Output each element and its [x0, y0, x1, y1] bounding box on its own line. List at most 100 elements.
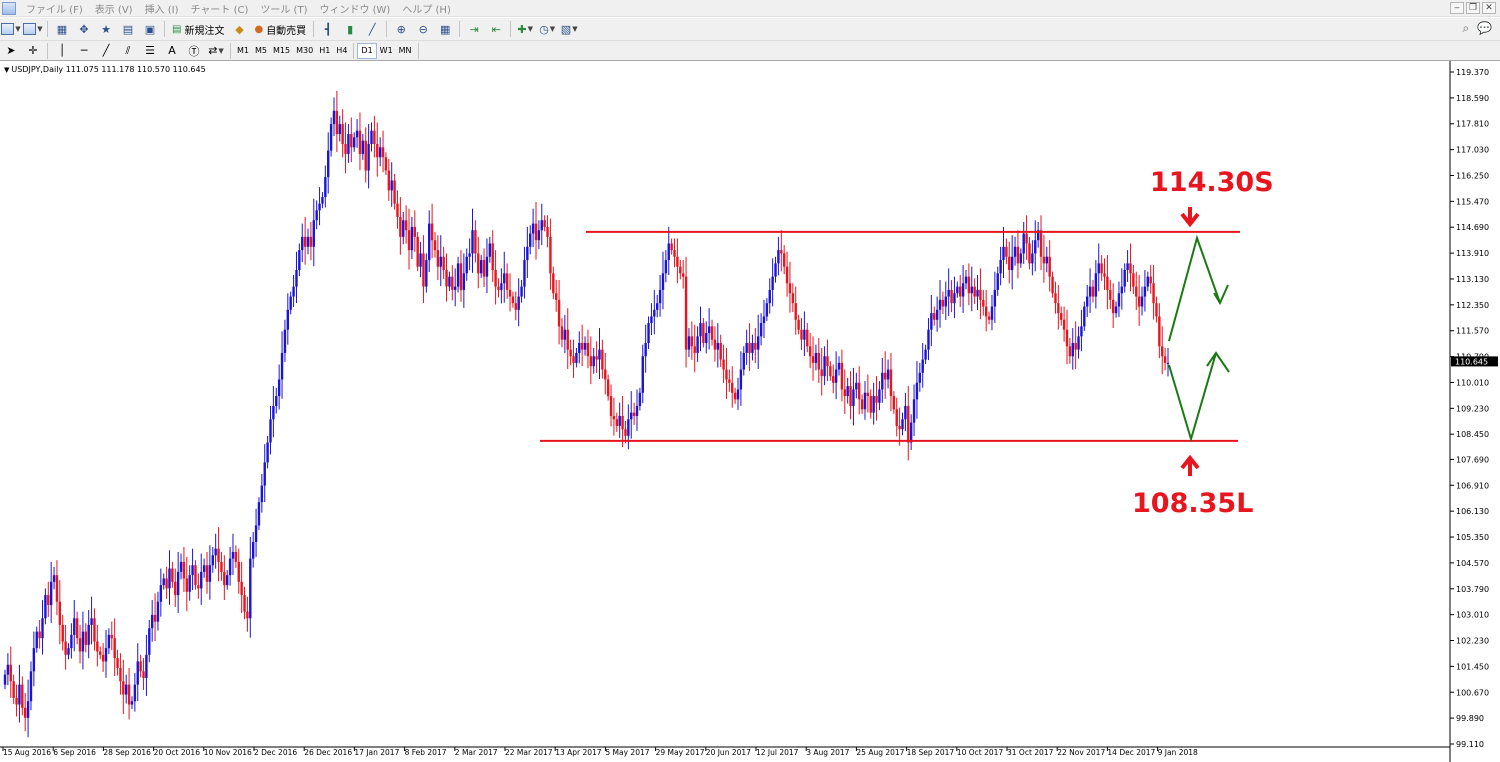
new-order-button[interactable]: ▤ 新規注文 [169, 20, 227, 38]
vertical-line-button[interactable]: │ [52, 42, 72, 60]
candle [580, 324, 584, 367]
minimize-icon[interactable]: ‒ [1450, 2, 1464, 14]
terminal-button[interactable]: ▤ [118, 20, 138, 38]
timeframe-d1[interactable]: D1 [357, 42, 377, 59]
profiles-button[interactable]: ▼ [23, 20, 43, 38]
timeframe-m15[interactable]: M15 [270, 43, 293, 59]
candle [67, 643, 70, 660]
crosshair-button[interactable]: ✛ [23, 42, 43, 60]
y-tick-label: 113.910 [1456, 249, 1489, 258]
tile-windows-button[interactable]: ▦ [435, 20, 455, 38]
timeframe-w1[interactable]: W1 [377, 43, 396, 59]
market-watch-button[interactable]: ▦ [52, 20, 72, 38]
fibonacci-button[interactable]: ☰ [140, 42, 160, 60]
chat-icon[interactable]: 💬 [1477, 21, 1492, 36]
timeframe-mn[interactable]: MN [396, 43, 415, 59]
channel-button[interactable]: ⫽ [118, 42, 138, 60]
candle [1152, 265, 1155, 320]
auto-trading-button[interactable]: ● 自動売買 [251, 20, 309, 38]
trendline-button[interactable]: ╱ [96, 42, 116, 60]
data-window-button[interactable]: ✥ [74, 20, 94, 38]
chart-window[interactable]: 119.370 118.590 117.810 117.030 116.250 115.4… [0, 61, 1500, 762]
timeframe-m30[interactable]: M30 [293, 43, 316, 59]
periods-button[interactable]: ◷ ▼ [537, 20, 557, 38]
menu-view[interactable]: 表示 (V) [89, 1, 139, 16]
candle [719, 334, 722, 368]
candle [404, 205, 408, 244]
candle [748, 323, 751, 371]
arrows-icon: ⇄ [208, 44, 218, 57]
candle [226, 570, 229, 590]
price-chart[interactable]: 119.370 118.590 117.810 117.030 116.250 115.4… [0, 61, 1500, 762]
arrows-button[interactable]: ⇄ ▼ [206, 42, 226, 60]
candle [1149, 265, 1152, 294]
auto-scroll-button[interactable]: ⇥ [464, 20, 484, 38]
search-icon[interactable]: ⌕ [1462, 21, 1469, 36]
candle [762, 299, 766, 339]
candle [12, 674, 15, 704]
candle [1074, 321, 1077, 370]
candle [540, 203, 543, 246]
candle [47, 581, 50, 617]
toolbar-separator [459, 21, 461, 37]
candle [627, 404, 630, 450]
strategy-tester-button[interactable]: ▣ [140, 20, 160, 38]
candle [324, 165, 327, 208]
metaeditor-button[interactable]: ◆ [229, 20, 249, 38]
cursor-icon: ➤ [6, 44, 16, 57]
cursor-button[interactable]: ➤ [1, 42, 21, 60]
candle [930, 294, 933, 347]
text-label-button[interactable]: Ⓣ [184, 42, 204, 60]
crosshair-icon: ✛ [28, 44, 38, 57]
close-icon[interactable]: ✕ [1482, 2, 1496, 14]
menu-help[interactable]: ヘルプ (H) [396, 1, 457, 16]
candle [197, 573, 200, 599]
candle [58, 580, 62, 645]
candle [283, 319, 287, 362]
menu-file[interactable]: ファイル (F) [20, 1, 89, 16]
candle [402, 211, 405, 245]
x-tick-label: 8 Feb 2017 [405, 748, 447, 757]
candle [500, 268, 503, 304]
zoom-in-button[interactable]: ⊕ [391, 20, 411, 38]
new-chart-button[interactable]: ▼ [1, 20, 21, 38]
restore-icon[interactable]: ❐ [1466, 2, 1480, 14]
candle [41, 600, 44, 655]
candle [1071, 328, 1074, 370]
candle [38, 619, 41, 649]
horizontal-line-button[interactable]: ─ [74, 42, 94, 60]
templates-button[interactable]: ▧ ▼ [559, 20, 579, 38]
candle [381, 130, 385, 173]
candle [849, 371, 852, 420]
candle [953, 276, 956, 319]
navigator-button[interactable]: ★ [96, 20, 116, 38]
timeframe-h1[interactable]: H1 [316, 43, 333, 59]
standard-toolbar: ▼ ▼ ▦ ✥ ★ ▤ ▣ ▤ 新規注文 ◆ ● 自動売買 ┫ ▮ ╱ ⊕ ⊖ ▦ … [0, 18, 1500, 41]
text-button[interactable]: A [162, 42, 182, 60]
candle [321, 192, 324, 209]
candle [609, 384, 613, 427]
candle [999, 246, 1002, 286]
candle [1013, 236, 1017, 266]
zoom-out-button[interactable]: ⊖ [413, 20, 433, 38]
candle [249, 537, 252, 638]
candlestick-chart-button[interactable]: ▮ [340, 20, 360, 38]
chart-title-text: USDJPY,Daily 111.075 111.178 110.570 110… [11, 65, 206, 74]
menu-tools[interactable]: ツール (T) [254, 1, 313, 16]
line-chart-button[interactable]: ╱ [362, 20, 382, 38]
timeframe-m1[interactable]: M1 [234, 43, 252, 59]
menu-insert[interactable]: 挿入 (I) [139, 1, 185, 16]
bar-chart-button[interactable]: ┫ [318, 20, 338, 38]
candle [211, 546, 214, 573]
candle [474, 220, 477, 263]
timeframe-h4[interactable]: H4 [333, 43, 350, 59]
candle [967, 263, 971, 306]
menu-chart[interactable]: チャート (C) [185, 1, 255, 16]
buy-level-label: 108.35L [1132, 488, 1254, 519]
timeframe-m5[interactable]: M5 [252, 43, 270, 59]
menu-window[interactable]: ウィンドウ (W) [313, 1, 396, 16]
candle [139, 654, 142, 678]
tester-icon: ▣ [144, 22, 156, 36]
indicators-button[interactable]: ✚ ▼ [515, 20, 535, 38]
chart-shift-button[interactable]: ⇤ [486, 20, 506, 38]
